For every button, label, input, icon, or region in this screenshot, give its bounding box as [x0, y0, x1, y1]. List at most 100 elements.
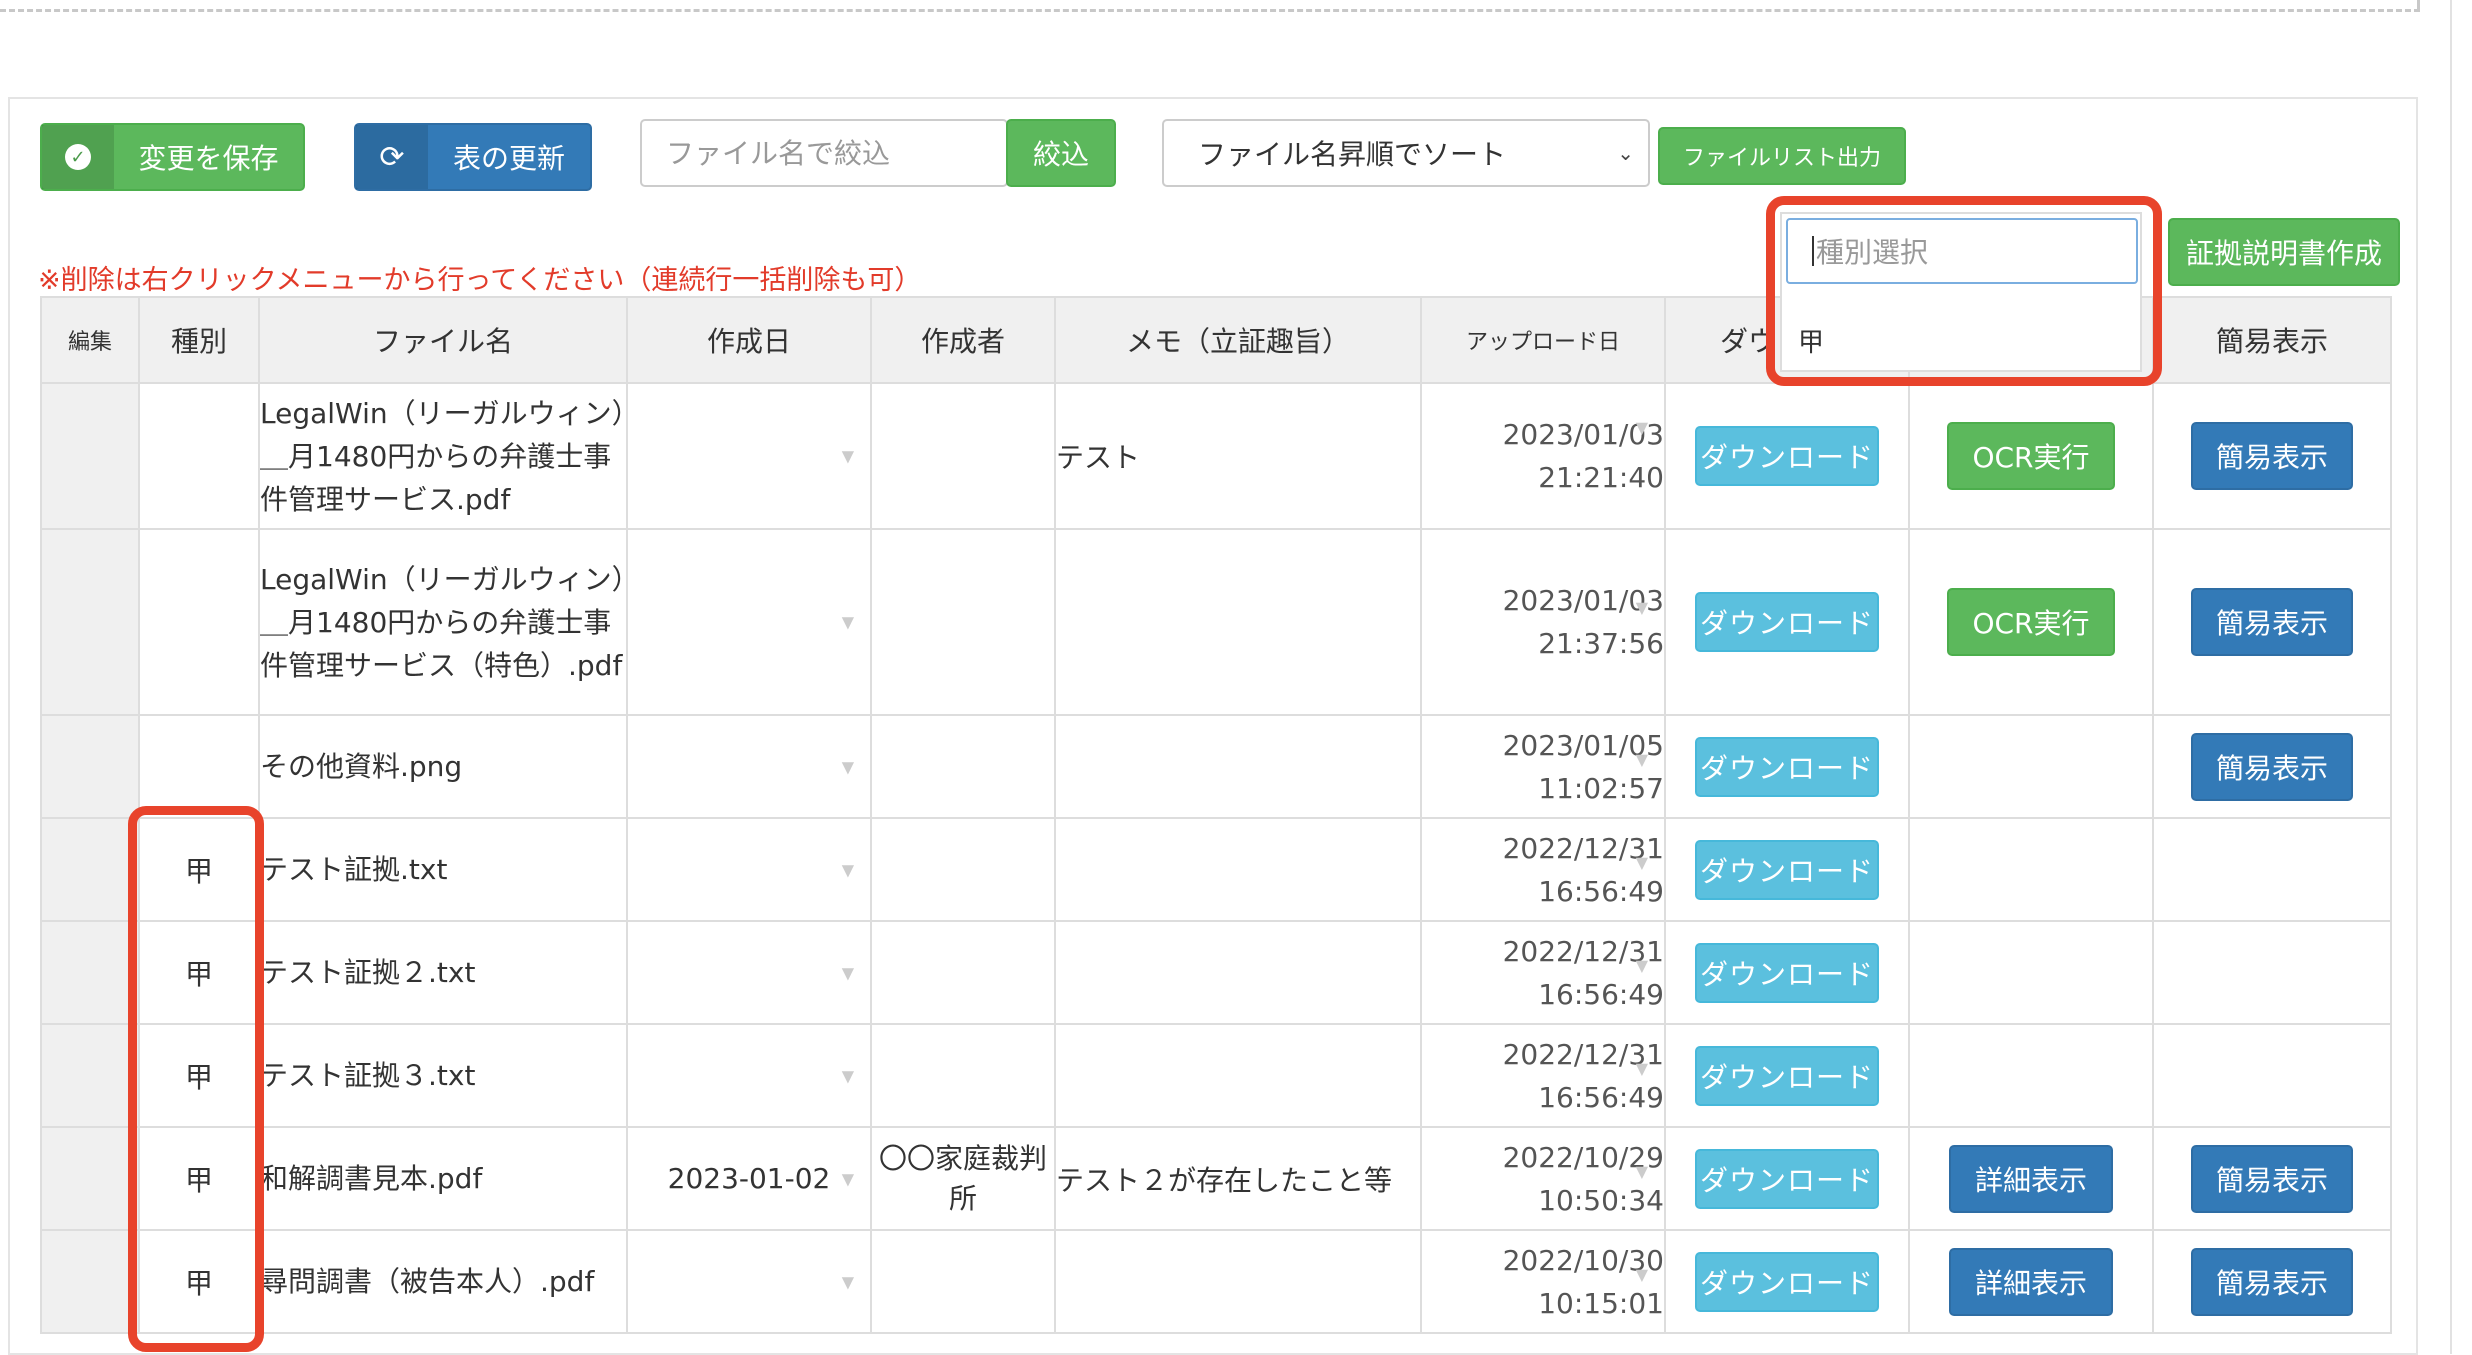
edit-cell[interactable]	[40, 920, 140, 1025]
author-cell[interactable]	[870, 528, 1056, 716]
simple-cell: 簡易表示	[2152, 382, 2392, 530]
header-kind: 種別	[138, 296, 260, 384]
simple-cell: 簡易表示	[2152, 528, 2392, 716]
download-cell: ダウンロード	[1664, 528, 1910, 716]
detail-view-button[interactable]: 詳細表示	[1949, 1247, 2113, 1316]
filter-button[interactable]: 絞込	[1006, 119, 1116, 187]
author-cell[interactable]	[870, 714, 1056, 819]
dropdown-triangle-icon: ▼	[841, 446, 854, 466]
author-cell[interactable]	[870, 382, 1056, 530]
simple-view-button[interactable]: 簡易表示	[2191, 1247, 2353, 1316]
edit-cell[interactable]	[40, 1126, 140, 1231]
table-row: LegalWin（リーガルウィン）＿月1480円からの弁護士事件管理サービス.p…	[40, 382, 2392, 530]
created-date-cell[interactable]: ▼	[626, 528, 872, 716]
simple-cell	[2152, 920, 2392, 1025]
memo-cell[interactable]: テスト	[1054, 382, 1422, 530]
author-cell[interactable]	[870, 1229, 1056, 1334]
memo-cell[interactable]	[1054, 817, 1422, 922]
refresh-icon: ⟳	[356, 125, 428, 189]
action-cell: OCR実行	[1908, 528, 2154, 716]
simple-view-button[interactable]: 簡易表示	[2191, 588, 2353, 656]
filename-filter-input[interactable]	[640, 119, 1008, 187]
dropdown-triangle-icon: ▼	[841, 1272, 854, 1291]
page-right-border	[2450, 0, 2452, 1354]
kind-cell[interactable]	[138, 528, 260, 716]
edit-cell[interactable]	[40, 382, 140, 530]
dropdown-triangle-icon: ▼	[841, 963, 854, 982]
table-row: 甲 和解調書見本.pdf 2023-01-02 ▼ 〇〇家庭裁判所 テスト２が存在…	[40, 1126, 2392, 1231]
header-author: 作成者	[870, 296, 1056, 384]
header-created: 作成日	[626, 296, 872, 384]
filename-cell: LegalWin（リーガルウィン）＿月1480円からの弁護士事件管理サービス（特…	[258, 528, 628, 716]
table-row: 甲 テスト証拠２.txt ▼ 2022/12/31 16:56:49 ▼ ダウンロー…	[40, 920, 2392, 1025]
ocr-button[interactable]: OCR実行	[1947, 588, 2115, 656]
refresh-table-button[interactable]: ⟳ 表の更新	[354, 123, 592, 191]
sort-select[interactable]: ファイル名昇順でソート ⌄	[1162, 119, 1650, 187]
filename-cell: 尋問調書（被告本人）.pdf	[258, 1229, 628, 1334]
ocr-button[interactable]: OCR実行	[1947, 422, 2115, 490]
download-button[interactable]: ダウンロード	[1695, 1251, 1879, 1312]
download-button[interactable]: ダウンロード	[1695, 839, 1879, 900]
detail-view-button[interactable]: 詳細表示	[1949, 1144, 2113, 1213]
created-date-cell[interactable]: ▼	[626, 920, 872, 1025]
table-row: その他資料.png ▼ 2023/01/05 11:02:57 ▼ ダウンロード 簡…	[40, 714, 2392, 819]
kind-cell[interactable]	[138, 382, 260, 530]
download-button[interactable]: ダウンロード	[1695, 942, 1879, 1003]
created-date-cell[interactable]: 2023-01-02 ▼	[626, 1126, 872, 1231]
memo-cell[interactable]	[1054, 714, 1422, 819]
download-cell: ダウンロード	[1664, 1023, 1910, 1128]
created-date-cell[interactable]: ▼	[626, 817, 872, 922]
memo-cell[interactable]: テスト２が存在したこと等	[1054, 1126, 1422, 1231]
dropdown-triangle-icon: ▼	[841, 1066, 854, 1085]
dropdown-triangle-icon: ▼	[1635, 750, 1648, 769]
download-cell: ダウンロード	[1664, 1229, 1910, 1334]
download-cell: ダウンロード	[1664, 920, 1910, 1025]
created-date-cell[interactable]: ▼	[626, 382, 872, 530]
kind-cell[interactable]	[138, 714, 260, 819]
action-cell: OCR実行	[1908, 382, 2154, 530]
edit-cell[interactable]	[40, 817, 140, 922]
download-button[interactable]: ダウンロード	[1695, 1045, 1879, 1106]
header-edit: 編集	[40, 296, 140, 384]
memo-cell[interactable]	[1054, 528, 1422, 716]
created-date-cell[interactable]: ▼	[626, 1023, 872, 1128]
edit-cell[interactable]	[40, 528, 140, 716]
save-changes-label: 変更を保存	[138, 142, 279, 175]
edit-cell[interactable]	[40, 714, 140, 819]
dropdown-triangle-icon: ▼	[841, 612, 854, 632]
author-cell[interactable]: 〇〇家庭裁判所	[870, 1126, 1056, 1231]
download-button[interactable]: ダウンロード	[1695, 592, 1879, 652]
uploaded-cell: 2023/01/03 21:37:56 ▼	[1420, 528, 1666, 716]
memo-cell[interactable]	[1054, 1023, 1422, 1128]
dropdown-triangle-icon: ▼	[1635, 418, 1648, 437]
download-cell: ダウンロード	[1664, 714, 1910, 819]
created-date-cell[interactable]: ▼	[626, 714, 872, 819]
dropdown-triangle-icon: ▼	[841, 757, 854, 776]
download-button[interactable]: ダウンロード	[1695, 736, 1879, 797]
simple-cell: 簡易表示	[2152, 1126, 2392, 1231]
dropdown-triangle-icon: ▼	[841, 1169, 854, 1188]
header-uploaded: アップロード日	[1420, 296, 1666, 384]
action-cell	[1908, 1023, 2154, 1128]
edit-cell[interactable]	[40, 1023, 140, 1128]
dropdown-triangle-icon: ▼	[1635, 1059, 1648, 1078]
download-button[interactable]: ダウンロード	[1695, 1148, 1879, 1209]
export-filelist-button[interactable]: ファイルリスト出力	[1658, 127, 1906, 185]
download-button[interactable]: ダウンロード	[1695, 426, 1879, 486]
create-evidence-doc-button[interactable]: 証拠説明書作成	[2168, 218, 2400, 286]
author-cell[interactable]	[870, 1023, 1056, 1128]
simple-view-button[interactable]: 簡易表示	[2191, 1144, 2353, 1213]
author-cell[interactable]	[870, 920, 1056, 1025]
memo-cell[interactable]	[1054, 1229, 1422, 1334]
created-date-cell[interactable]: ▼	[626, 1229, 872, 1334]
dashed-dropzone-border	[0, 0, 2420, 12]
author-cell[interactable]	[870, 817, 1056, 922]
save-changes-button[interactable]: ✓ 変更を保存	[40, 123, 305, 191]
simple-view-button[interactable]: 簡易表示	[2191, 422, 2353, 490]
memo-cell[interactable]	[1054, 920, 1422, 1025]
uploaded-cell: 2022/10/30 10:15:01 ▼	[1420, 1229, 1666, 1334]
simple-view-button[interactable]: 簡易表示	[2191, 732, 2353, 801]
filename-cell: テスト証拠２.txt	[258, 920, 628, 1025]
edit-cell[interactable]	[40, 1229, 140, 1334]
action-cell	[1908, 714, 2154, 819]
